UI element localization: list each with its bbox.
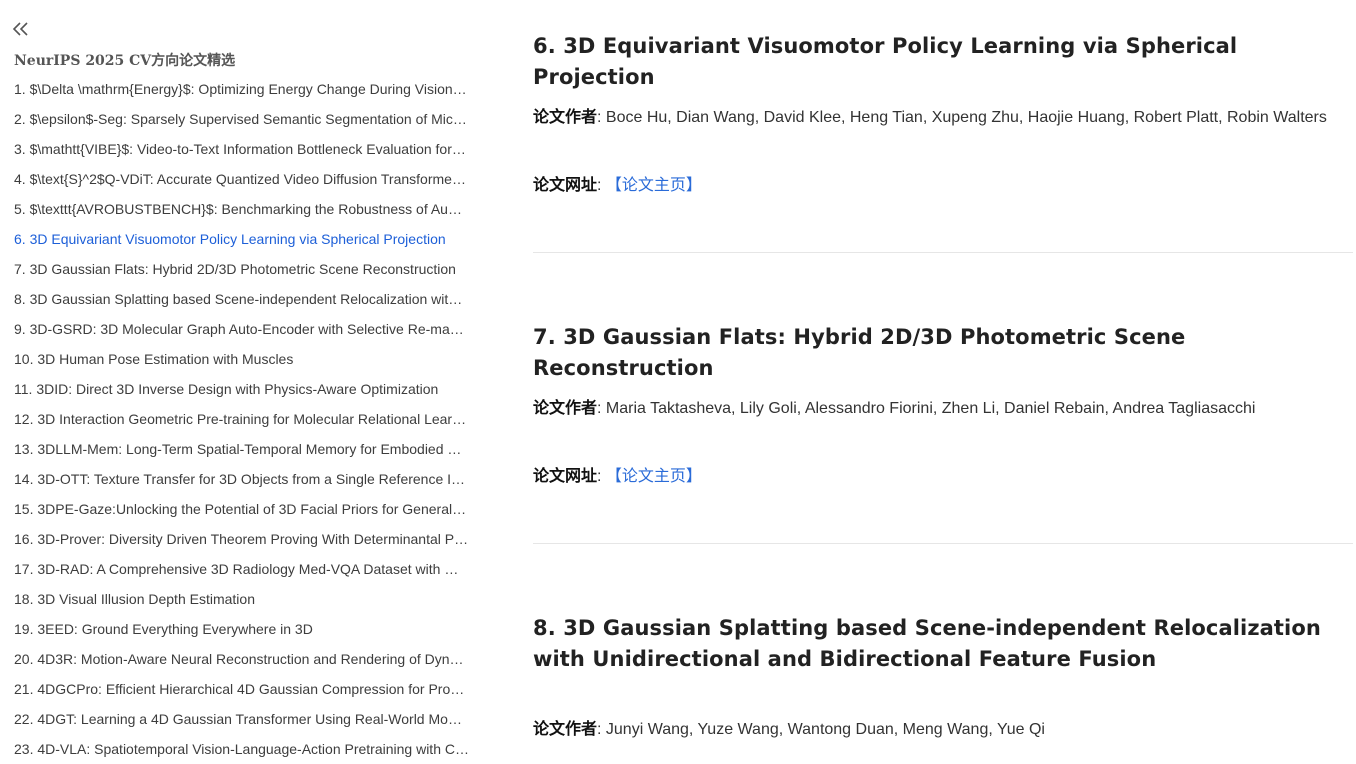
toc-list: 1. $\Delta \mathrm{Energy}$: Optimizing …	[14, 74, 469, 764]
paper-title: 6. 3D Equivariant Visuomotor Policy Lear…	[533, 34, 1238, 89]
toc-item[interactable]: 22. 4DGT: Learning a 4D Gaussian Transfo…	[14, 704, 469, 734]
paper-entry: 7. 3D Gaussian Flats: Hybrid 2D/3D Photo…	[533, 322, 1333, 485]
paper-url: 论文网址: 【论文主页】	[533, 465, 702, 488]
url-label: 论文网址	[533, 466, 598, 485]
paper-entry: 6. 3D Equivariant Visuomotor Policy Lear…	[533, 31, 1333, 194]
paper-url: 论文网址: 【论文主页】	[533, 174, 702, 197]
toc-item[interactable]: 11. 3DID: Direct 3D Inverse Design with …	[14, 374, 469, 404]
toc-item[interactable]: 14. 3D-OTT: Texture Transfer for 3D Obje…	[14, 464, 469, 494]
paper-entry: 8. 3D Gaussian Splatting based Scene-ind…	[533, 613, 1333, 738]
paper-authors: 论文作者: Boce Hu, Dian Wang, David Klee, He…	[533, 106, 1327, 129]
toc-item[interactable]: 13. 3DLLM-Mem: Long-Term Spatial-Tempora…	[14, 434, 469, 464]
toc-item[interactable]: 12. 3D Interaction Geometric Pre-trainin…	[14, 404, 469, 434]
toc-item[interactable]: 18. 3D Visual Illusion Depth Estimation	[14, 584, 469, 614]
toc-item[interactable]: 2. $\epsilon$-Seg: Sparsely Supervised S…	[14, 104, 469, 134]
paper-title: 7. 3D Gaussian Flats: Hybrid 2D/3D Photo…	[533, 325, 1186, 380]
paper-title: 8. 3D Gaussian Splatting based Scene-ind…	[533, 616, 1321, 671]
authors-label: 论文作者	[533, 719, 598, 738]
toc-item[interactable]: 19. 3EED: Ground Everything Everywhere i…	[14, 614, 469, 644]
label-separator: :	[597, 400, 606, 417]
paper-homepage-link[interactable]: 【论文主页】	[606, 468, 702, 485]
toc-item[interactable]: 20. 4D3R: Motion-Aware Neural Reconstruc…	[14, 644, 469, 674]
authors-label: 论文作者	[533, 398, 598, 417]
authors-label: 论文作者	[533, 107, 598, 126]
divider	[533, 543, 1353, 544]
label-separator: :	[597, 721, 606, 738]
paper-authors: 论文作者: Junyi Wang, Yuze Wang, Wantong Dua…	[533, 718, 1045, 741]
toc-item[interactable]: 3. $\mathtt{VIBE}$: Video-to-Text Inform…	[14, 134, 469, 164]
toc-item[interactable]: 23. 4D-VLA: Spatiotemporal Vision-Langua…	[14, 734, 469, 764]
authors-value: Junyi Wang, Yuze Wang, Wantong Duan, Men…	[605, 721, 1045, 738]
toc-item[interactable]: 5. $\texttt{AVROBUSTBENCH}$: Benchmarkin…	[14, 194, 469, 224]
label-separator: :	[597, 177, 606, 194]
toc-item[interactable]: 9. 3D-GSRD: 3D Molecular Graph Auto-Enco…	[14, 314, 469, 344]
toc-item[interactable]: 17. 3D-RAD: A Comprehensive 3D Radiology…	[14, 554, 469, 584]
toc-item-active[interactable]: 6. 3D Equivariant Visuomotor Policy Lear…	[14, 224, 469, 254]
toc-item[interactable]: 21. 4DGCPro: Efficient Hierarchical 4D G…	[14, 674, 469, 704]
double-chevron-left-icon	[12, 22, 28, 36]
label-separator: :	[597, 468, 606, 485]
authors-value: Boce Hu, Dian Wang, David Klee, Heng Tia…	[605, 109, 1327, 126]
paper-homepage-link[interactable]: 【论文主页】	[606, 177, 702, 194]
divider	[533, 252, 1353, 253]
toc-title: NeurIPS 2025 CV方向论文精选	[14, 53, 236, 69]
label-separator: :	[597, 109, 606, 126]
main-content: 6. 3D Equivariant Visuomotor Policy Lear…	[533, 0, 1356, 764]
toc-item[interactable]: 8. 3D Gaussian Splatting based Scene-ind…	[14, 284, 469, 314]
paper-authors: 论文作者: Maria Taktasheva, Lily Goli, Aless…	[533, 397, 1255, 420]
authors-value: Maria Taktasheva, Lily Goli, Alessandro …	[605, 400, 1256, 417]
collapse-sidebar-button[interactable]	[12, 19, 32, 39]
sidebar: NeurIPS 2025 CV方向论文精选 1. $\Delta \mathrm…	[0, 0, 480, 764]
toc-item[interactable]: 4. $\text{S}^2$Q-VDiT: Accurate Quantize…	[14, 164, 469, 194]
toc-item[interactable]: 10. 3D Human Pose Estimation with Muscle…	[14, 344, 469, 374]
toc-item[interactable]: 7. 3D Gaussian Flats: Hybrid 2D/3D Photo…	[14, 254, 469, 284]
url-label: 论文网址	[533, 175, 598, 194]
toc-item[interactable]: 1. $\Delta \mathrm{Energy}$: Optimizing …	[14, 74, 469, 104]
toc-item[interactable]: 15. 3DPE-Gaze:Unlocking the Potential of…	[14, 494, 469, 524]
toc-item[interactable]: 16. 3D-Prover: Diversity Driven Theorem …	[14, 524, 469, 554]
